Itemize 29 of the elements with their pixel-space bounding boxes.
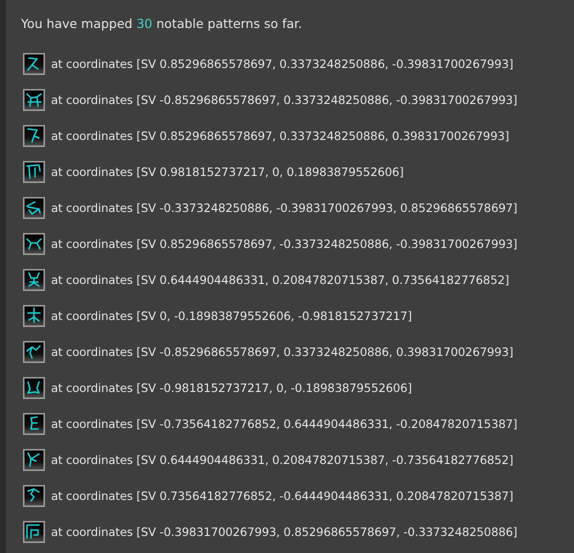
constellation-icon [23, 305, 45, 327]
constellation-icon [23, 125, 45, 147]
constellation-icon [23, 341, 45, 363]
coordinates-text: at coordinates [SV -0.9818152737217, 0, -0.18983879552606] [51, 381, 412, 395]
constellation-icon [23, 485, 45, 507]
constellation-icon [23, 377, 45, 399]
coordinates-text: at coordinates [SV 0.85296865578697, -0.3373248250886, -0.39831700267993] [51, 237, 518, 251]
constellation-icon [23, 269, 45, 291]
coordinates-text: at coordinates [SV 0.85296865578697, 0.3373248250886, 0.39831700267993] [51, 129, 510, 143]
coordinates-text: at coordinates [SV 0.6444904486331, 0.20847820715387, -0.73564182776852] [51, 453, 514, 467]
coordinates-text: at coordinates [SV -0.73564182776852, 0.6444904486331, -0.20847820715387] [51, 417, 518, 431]
constellation-icon [23, 233, 45, 255]
constellation-icon [23, 449, 45, 471]
coordinates-text: at coordinates [SV -0.85296865578697, 0.3373248250886, 0.39831700267993] [51, 345, 514, 359]
constellation-icon [23, 521, 45, 543]
coordinates-text: at coordinates [SV -0.39831700267993, 0.85296865578697, -0.3373248250886] [51, 525, 518, 539]
constellation-icon [23, 89, 45, 111]
constellation-icon [23, 197, 45, 219]
coordinates-text: at coordinates [SV 0.6444904486331, 0.20847820715387, 0.73564182776852] [51, 273, 510, 287]
coordinates-text: at coordinates [SV 0.85296865578697, 0.3373248250886, -0.39831700267993] [51, 57, 514, 71]
coordinates-text: at coordinates [SV 0, -0.18983879552606, -0.9818152737217] [51, 309, 412, 323]
coordinates-text: at coordinates [SV 0.73564182776852, -0.6444904486331, 0.20847820715387] [51, 489, 514, 503]
constellation-icon [23, 413, 45, 435]
coordinates-text: at coordinates [SV -0.85296865578697, 0.3373248250886, -0.39831700267993] [51, 93, 518, 107]
coordinates-text: at coordinates [SV 0.9818152737217, 0, 0.18983879552606] [51, 165, 404, 179]
constellation-icon [23, 161, 45, 183]
summary-text: You have mapped 30 notable patterns so far. [21, 16, 304, 31]
constellation-icon [23, 53, 45, 75]
coordinates-text: at coordinates [SV -0.3373248250886, -0.39831700267993, 0.85296865578697] [51, 201, 518, 215]
